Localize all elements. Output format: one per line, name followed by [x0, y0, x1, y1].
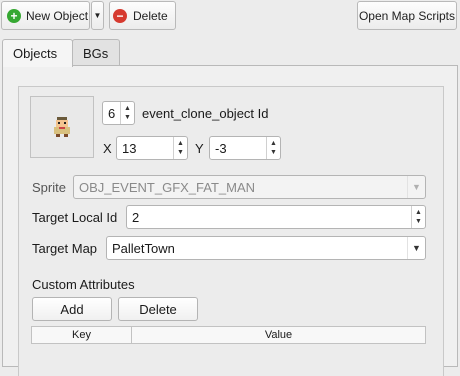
- y-label: Y: [195, 141, 204, 156]
- target-local-id-spinbox[interactable]: 2 ▲ ▼: [126, 205, 426, 229]
- x-label: X: [103, 141, 112, 156]
- spin-arrows[interactable]: ▲ ▼: [173, 137, 187, 159]
- plus-icon: +: [7, 8, 21, 23]
- spin-arrows[interactable]: ▲ ▼: [120, 102, 134, 124]
- target-local-id-label: Target Local Id: [32, 210, 118, 225]
- custom-attributes-heading: Custom Attributes: [32, 277, 135, 292]
- sprite-value: OBJ_EVENT_GFX_FAT_MAN: [79, 179, 256, 195]
- new-object-label: New Object: [26, 8, 89, 23]
- tab-objects[interactable]: Objects: [2, 39, 73, 67]
- y-value: -3: [215, 140, 227, 156]
- fat-man-sprite-icon: [54, 117, 70, 137]
- custom-attributes-table-header: Key Value: [31, 326, 426, 344]
- chevron-down-icon: ▼: [407, 176, 425, 198]
- delete-attribute-button[interactable]: Delete: [118, 297, 198, 321]
- open-map-scripts-button[interactable]: Open Map Scripts: [357, 1, 457, 30]
- target-map-value: PalletTown: [112, 240, 175, 256]
- delete-object-label: Delete: [133, 8, 168, 23]
- tab-bar: Objects BGs: [2, 39, 120, 67]
- delete-object-button[interactable]: − Delete: [109, 1, 176, 30]
- column-header-value[interactable]: Value: [132, 327, 425, 343]
- y-coordinate-spinbox[interactable]: -3 ▲ ▼: [209, 136, 281, 160]
- sprite-preview: [30, 96, 94, 158]
- target-map-label: Target Map: [32, 241, 98, 256]
- add-attribute-button[interactable]: Add: [32, 297, 112, 321]
- object-index-value: 6: [108, 105, 116, 121]
- chevron-down-icon[interactable]: ▼: [407, 237, 425, 259]
- x-value: 13: [122, 140, 137, 156]
- column-header-key[interactable]: Key: [32, 327, 132, 343]
- object-type-label: event_clone_object Id: [142, 106, 269, 121]
- spin-arrows[interactable]: ▲ ▼: [411, 206, 425, 228]
- target-local-id-value: 2: [132, 209, 140, 225]
- open-map-scripts-label: Open Map Scripts: [358, 8, 456, 23]
- sprite-label: Sprite: [32, 180, 66, 195]
- new-object-dropdown-button[interactable]: ▼: [91, 1, 104, 30]
- minus-icon: −: [113, 8, 127, 23]
- x-coordinate-spinbox[interactable]: 13 ▲ ▼: [116, 136, 188, 160]
- new-object-button[interactable]: + New Object: [1, 1, 90, 30]
- tab-bgs[interactable]: BGs: [72, 39, 120, 66]
- sprite-combobox: OBJ_EVENT_GFX_FAT_MAN ▼: [73, 175, 426, 199]
- spin-arrows[interactable]: ▲ ▼: [266, 137, 280, 159]
- object-index-spinbox[interactable]: 6 ▲ ▼: [102, 101, 135, 125]
- chevron-down-icon: ▼: [93, 11, 102, 20]
- target-map-combobox[interactable]: PalletTown ▼: [106, 236, 426, 260]
